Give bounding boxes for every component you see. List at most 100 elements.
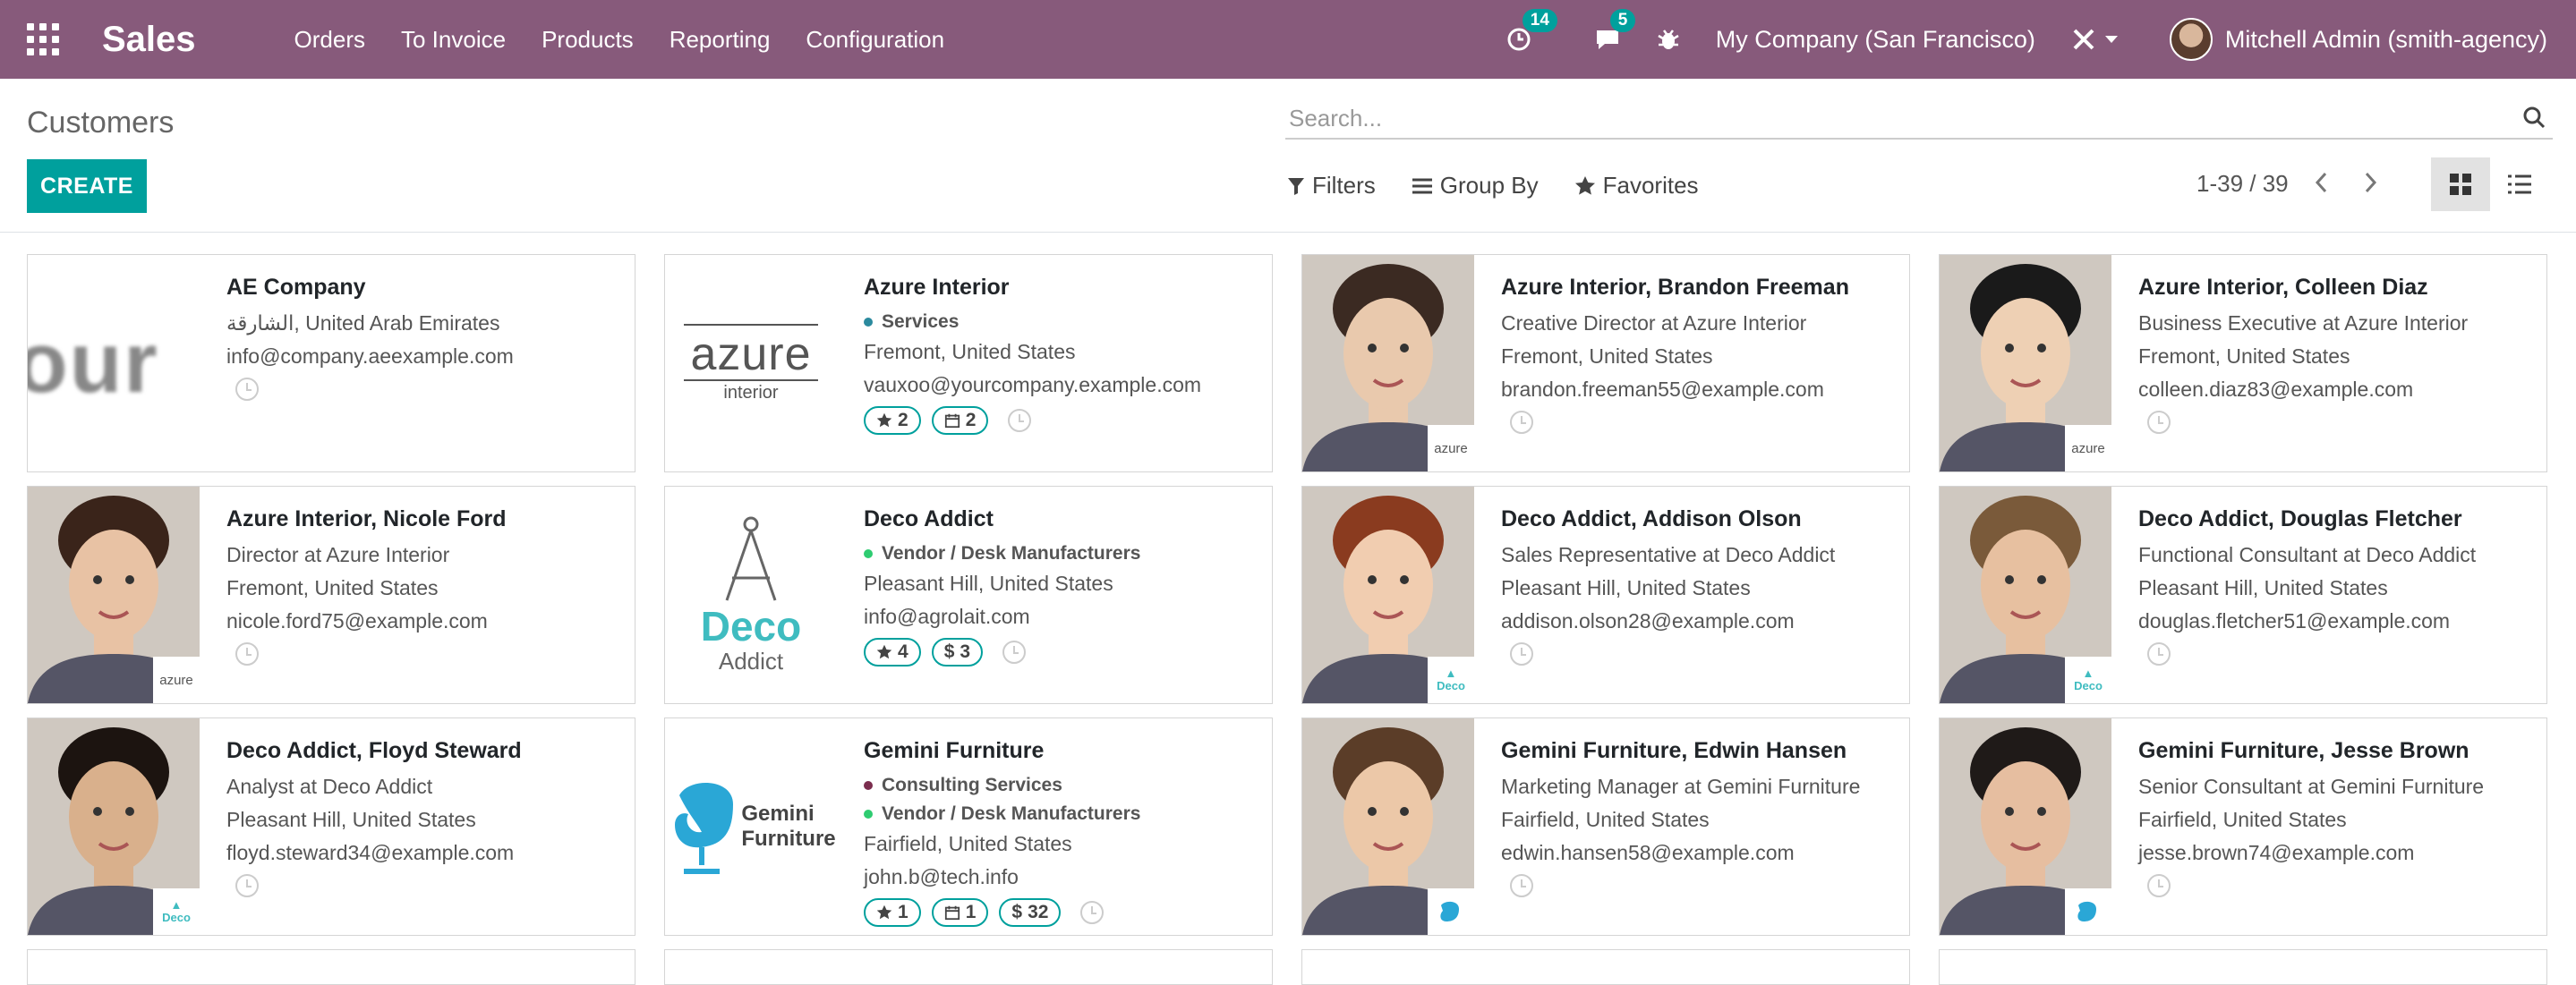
- company-badge-logo: ▲ Deco: [2065, 657, 2111, 703]
- category-tag: Services: [864, 311, 1263, 333]
- activity-clock-icon[interactable]: [1080, 901, 1105, 924]
- customer-card[interactable]: ▲ Deco Deco Addict, Douglas Fletcher Func…: [1939, 486, 2547, 704]
- activity-clock-icon[interactable]: [1008, 409, 1032, 432]
- debug-button[interactable]: [1657, 27, 1680, 52]
- main-menu: Orders To Invoice Products Reporting Con…: [294, 26, 945, 54]
- pager-next-button[interactable]: [2359, 166, 2383, 199]
- category-tag: Vendor / Desk Manufacturers: [864, 543, 1263, 565]
- chip-value: 1: [965, 902, 977, 922]
- customer-card[interactable]: azure Azure Interior, Nicole Ford Direct…: [27, 486, 635, 704]
- groupby-button[interactable]: Group By: [1412, 172, 1539, 200]
- pager-value[interactable]: 1-39 / 39: [2196, 170, 2289, 198]
- customer-card[interactable]: Gemini Furniture Gemini Furniture Consul…: [664, 718, 1273, 936]
- search-input[interactable]: [1285, 100, 2492, 136]
- view-switcher: [2431, 157, 2549, 211]
- activity-clock-icon[interactable]: [1510, 411, 1533, 434]
- dollar-icon: $: [1011, 902, 1023, 922]
- menu-products[interactable]: Products: [542, 26, 634, 54]
- card-detail-line: Functional Consultant at Deco Addict: [2138, 543, 2477, 566]
- card-detail-line: Fremont, United States: [1501, 344, 1713, 368]
- customer-card-partial[interactable]: [1301, 949, 1910, 985]
- category-tag: Consulting Services: [864, 775, 1263, 796]
- user-menu[interactable]: Mitchell Admin (smith-agency): [2169, 18, 2547, 61]
- customer-card-partial[interactable]: [27, 949, 635, 985]
- card-image: our: [28, 255, 200, 471]
- card-body: AE Company الشارقة, United Arab Emirates…: [226, 275, 626, 401]
- card-body: Azure Interior, Nicole Ford Director at …: [226, 506, 626, 666]
- customer-card-partial[interactable]: [664, 949, 1273, 985]
- menu-reporting[interactable]: Reporting: [670, 26, 771, 54]
- customer-name: Deco Addict, Douglas Fletcher: [2138, 506, 2462, 531]
- company-switcher[interactable]: My Company (San Francisco): [1716, 26, 2035, 54]
- stat-chip[interactable]: 4: [864, 638, 921, 667]
- stat-chip[interactable]: 2: [931, 406, 989, 435]
- customer-card[interactable]: Gemini Furniture, Jesse Brown Senior Con…: [1939, 718, 2547, 936]
- apps-menu-icon[interactable]: [27, 23, 59, 55]
- card-image: [1302, 718, 1474, 935]
- create-button[interactable]: CREATE: [27, 159, 147, 213]
- activity-clock-icon[interactable]: [2147, 874, 2171, 897]
- company-badge-logo: ▲ Deco: [1428, 657, 1474, 703]
- customer-card[interactable]: Gemini Furniture, Edwin Hansen Marketing…: [1301, 718, 1910, 936]
- customer-card[interactable]: azure Azure Interior, Colleen Diaz Busin…: [1939, 254, 2547, 472]
- card-detail-line: brandon.freeman55@example.com: [1501, 378, 1824, 401]
- customer-card[interactable]: our AE Company الشارقة, United Arab Emir…: [27, 254, 635, 472]
- list-view-button[interactable]: [2490, 157, 2549, 211]
- customer-card[interactable]: azure Azure Interior, Brandon Freeman Cr…: [1301, 254, 1910, 472]
- card-detail-line: edwin.hansen58@example.com: [1501, 841, 1795, 864]
- customer-card[interactable]: azure interior Azure Interior Services Fr…: [664, 254, 1273, 472]
- kanban-view-button[interactable]: [2431, 157, 2490, 211]
- filters-button[interactable]: Filters: [1287, 172, 1376, 200]
- card-detail-line: douglas.fletcher51@example.com: [2138, 609, 2451, 633]
- activity-clock-icon[interactable]: [2147, 411, 2171, 434]
- stat-chip[interactable]: 1: [931, 898, 989, 927]
- activity-count-badge: 14: [1522, 9, 1557, 32]
- card-footer: 4 $3: [864, 638, 1263, 667]
- activity-clock-icon[interactable]: [2147, 642, 2171, 666]
- tools-menu[interactable]: [2071, 27, 2118, 52]
- activity-clock-icon[interactable]: [235, 378, 259, 401]
- list-view-icon: [2508, 174, 2531, 194]
- activity-clock-icon[interactable]: [1002, 641, 1027, 664]
- stat-chip[interactable]: $32: [999, 898, 1062, 927]
- search-options: Filters Group By Favorites: [1287, 172, 1699, 200]
- top-navbar: Sales Orders To Invoice Products Reporti…: [0, 0, 2576, 79]
- stat-chip[interactable]: 1: [864, 898, 921, 927]
- customer-card-partial[interactable]: [1939, 949, 2547, 985]
- logo-subtext: Addict: [718, 647, 784, 675]
- card-footer: [2138, 874, 2538, 897]
- activity-button[interactable]: 14: [1506, 9, 1557, 52]
- stat-chip[interactable]: $3: [931, 638, 984, 667]
- customer-name: Gemini Furniture, Jesse Brown: [2138, 738, 2469, 763]
- logo-subtext: Furniture: [741, 827, 836, 851]
- customer-card[interactable]: Deco Addict Deco Addict Vendor / Desk Ma…: [664, 486, 1273, 704]
- card-detail-line: Fairfield, United States: [2138, 808, 2347, 831]
- menu-configuration[interactable]: Configuration: [806, 26, 944, 54]
- menu-to-invoice[interactable]: To Invoice: [401, 26, 506, 54]
- favorites-button[interactable]: Favorites: [1574, 172, 1699, 200]
- dollar-icon: $: [943, 641, 955, 662]
- menu-orders[interactable]: Orders: [294, 26, 365, 54]
- card-detail-line: info@company.aeexample.com: [226, 344, 514, 368]
- card-image: [1940, 718, 2111, 935]
- pager-previous-button[interactable]: [2309, 166, 2333, 199]
- card-detail-line: Pleasant Hill, United States: [2138, 576, 2388, 599]
- customer-card[interactable]: ▲ Deco Deco Addict, Addison Olson Sales R…: [1301, 486, 1910, 704]
- chip-value: 2: [898, 410, 908, 430]
- card-detail-line: Pleasant Hill, United States: [226, 808, 476, 831]
- list-icon: [1412, 178, 1432, 193]
- customer-name: Azure Interior: [864, 275, 1010, 300]
- app-title[interactable]: Sales: [102, 20, 196, 60]
- activity-clock-icon[interactable]: [235, 874, 259, 897]
- customer-name: Deco Addict: [864, 506, 994, 531]
- customer-card[interactable]: ▲ Deco Deco Addict, Floyd Steward Analyst…: [27, 718, 635, 936]
- activity-clock-icon[interactable]: [1510, 642, 1533, 666]
- chip-value: 1: [898, 902, 908, 922]
- stat-chip[interactable]: 2: [864, 406, 921, 435]
- search-icon[interactable]: [2522, 106, 2546, 129]
- pager-buttons: [2309, 166, 2383, 199]
- card-footer: [2138, 642, 2538, 666]
- messages-button[interactable]: 5: [1594, 9, 1636, 52]
- activity-clock-icon[interactable]: [235, 642, 259, 666]
- activity-clock-icon[interactable]: [1510, 874, 1533, 897]
